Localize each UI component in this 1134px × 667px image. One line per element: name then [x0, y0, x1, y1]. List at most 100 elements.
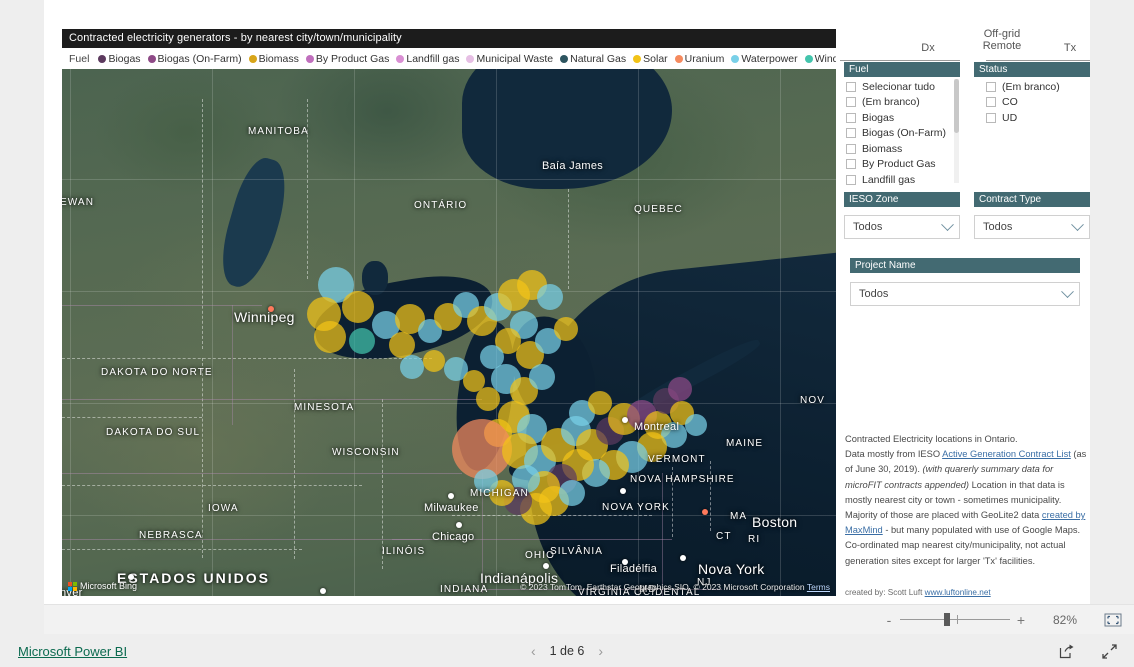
fullscreen-icon[interactable] — [1101, 643, 1118, 660]
generator-bubble[interactable] — [342, 291, 374, 323]
generator-bubble[interactable] — [554, 317, 578, 341]
slicer-status-item-row[interactable]: UD — [984, 110, 1090, 126]
zoom-in-button[interactable]: + — [1012, 613, 1030, 627]
luftonline-link[interactable]: www.luftonline.net — [925, 588, 991, 597]
city-dot — [456, 522, 462, 528]
generator-bubble[interactable] — [559, 480, 585, 506]
slicer-status-item-label: (Em branco) — [1002, 80, 1060, 93]
zoom-slider-thumb[interactable] — [944, 613, 950, 626]
generator-bubble[interactable] — [537, 284, 563, 310]
map-visual-title: Contracted electricity generators - by n… — [62, 29, 836, 48]
share-icon[interactable] — [1058, 643, 1075, 660]
slicer-project-name[interactable]: Project Name Todos — [850, 258, 1080, 306]
active-generation-contract-list-link[interactable]: Active Generation Contract List — [942, 449, 1071, 459]
footer-bar: Microsoft Power BI ‹ 1 de 6 › — [0, 635, 1134, 667]
legend-item[interactable]: Solar — [633, 53, 668, 65]
slicer-fuel-item-row[interactable]: Selecionar tudo — [844, 79, 960, 95]
city-dot — [268, 306, 274, 312]
slicer-fuel-item-row[interactable]: By Product Gas — [844, 157, 960, 173]
slicer-status[interactable]: Status (Em branco) CO UD — [974, 62, 1090, 137]
project-name-dropdown[interactable]: Todos — [850, 282, 1080, 306]
page-navigation: ‹ 1 de 6 › — [531, 643, 603, 659]
panel-rule-right — [986, 60, 1090, 61]
checkbox-icon[interactable] — [986, 81, 996, 92]
power-bi-report-viewer: Contracted electricity generators - by n… — [0, 0, 1134, 667]
checkbox-icon[interactable] — [846, 128, 856, 139]
generator-bubble[interactable] — [400, 355, 424, 379]
slicer-fuel-item-row[interactable]: Biogas (On-Farm) — [844, 126, 960, 142]
checkbox-icon[interactable] — [846, 143, 856, 154]
generator-bubble[interactable] — [588, 391, 612, 415]
checkbox-icon[interactable] — [846, 112, 856, 123]
generator-bubble[interactable] — [685, 414, 707, 436]
about-credit: created by: Scott Luft www.luftonline.ne… — [845, 588, 991, 597]
map-visual[interactable]: Contracted electricity generators - by n… — [62, 29, 836, 599]
slicer-fuel-item-label: Biogas (On-Farm) — [862, 127, 947, 140]
slicer-fuel-list[interactable]: Selecionar tudo (Em branco) Biogas Biogas (… — [844, 77, 960, 185]
checkbox-icon[interactable] — [846, 174, 856, 185]
slicer-fuel[interactable]: Fuel Selecionar tudo (Em branco) Biogas Bio… — [844, 62, 960, 185]
about-line-5: Co-ordinated map nearest city/municipali… — [845, 540, 1066, 566]
generator-bubble[interactable] — [423, 350, 445, 372]
slicer-fuel-item-row[interactable]: (Em branco) — [844, 95, 960, 111]
slicer-status-item-row[interactable]: (Em branco) — [984, 79, 1090, 95]
bing-logo: Microsoft Bing — [68, 581, 137, 591]
checkbox-icon[interactable] — [846, 81, 856, 92]
column-header-offgrid-remote: Off-grid Remote — [962, 28, 1042, 52]
generator-bubble[interactable] — [476, 387, 500, 411]
generator-bubble[interactable] — [349, 328, 375, 354]
legend-item[interactable]: Biomass — [248, 53, 299, 65]
generator-bubble[interactable] — [529, 364, 555, 390]
map-canvas[interactable]: MANITOBA EWAN ONTÁRIO QUEBEC Baía James Winni… — [62, 69, 836, 596]
zoom-slider[interactable] — [900, 613, 1010, 626]
slicer-status-item-row[interactable]: CO — [984, 95, 1090, 111]
legend-swatch-icon — [633, 54, 642, 63]
chevron-right-icon[interactable]: › — [598, 643, 603, 659]
column-header-offgrid-line2: Remote — [982, 40, 1022, 52]
legend-item[interactable]: Biogas — [98, 53, 141, 65]
legend-swatch-icon — [147, 54, 156, 63]
slicer-fuel-item-row[interactable]: Biogas — [844, 110, 960, 126]
checkbox-icon[interactable] — [846, 97, 856, 108]
generator-bubble[interactable] — [668, 377, 692, 401]
map-terms-link[interactable]: Terms — [807, 582, 830, 592]
zoom-out-button[interactable]: - — [880, 613, 898, 627]
legend-item[interactable]: Landfill gas — [396, 53, 459, 65]
slicer-fuel-scrollbar[interactable] — [954, 79, 959, 133]
legend-swatch-icon — [305, 54, 314, 63]
checkbox-icon[interactable] — [986, 97, 996, 108]
generator-bubble[interactable] — [314, 321, 346, 353]
legend-item[interactable]: Wind — [804, 53, 836, 65]
city-dot — [702, 509, 708, 515]
legend-item[interactable]: Waterpower — [731, 53, 798, 65]
slicer-ieso-zone-title: IESO Zone — [844, 192, 960, 207]
legend-item[interactable]: By Product Gas — [305, 53, 389, 65]
city-dot — [622, 559, 628, 565]
legend-item[interactable]: Biogas (On-Farm) — [147, 53, 242, 65]
slicer-ieso-zone[interactable]: IESO Zone Todos — [844, 192, 960, 239]
slicer-contract-type[interactable]: Contract Type Todos — [974, 192, 1090, 239]
generator-bubble[interactable] — [463, 370, 485, 392]
checkbox-icon[interactable] — [986, 112, 996, 123]
slicer-status-title: Status — [974, 62, 1090, 77]
report-canvas: Contracted electricity generators - by n… — [44, 0, 1090, 604]
zoom-toolbar: - + 82% — [44, 604, 1134, 634]
slicer-status-list[interactable]: (Em branco) CO UD — [974, 77, 1090, 137]
slicer-status-item-label: CO — [1002, 96, 1018, 109]
fit-to-page-icon[interactable] — [1104, 613, 1122, 627]
legend-item[interactable]: Natural Gas — [560, 53, 626, 65]
column-header-offgrid-line1: Off-grid — [983, 28, 1021, 40]
slicer-fuel-item-row[interactable]: Landfill gas — [844, 172, 960, 185]
legend-item[interactable]: Uranium — [674, 53, 724, 65]
slicer-fuel-title: Fuel — [844, 62, 960, 77]
contract-type-value: Todos — [983, 221, 1013, 233]
legend-swatch-icon — [674, 54, 683, 63]
slicer-fuel-item-row[interactable]: Biomass — [844, 141, 960, 157]
checkbox-icon[interactable] — [846, 159, 856, 170]
legend-item[interactable]: Municipal Waste — [466, 53, 553, 65]
chevron-left-icon[interactable]: ‹ — [531, 643, 536, 659]
ieso-zone-dropdown[interactable]: Todos — [844, 215, 960, 239]
power-bi-brand-link[interactable]: Microsoft Power BI — [18, 644, 127, 659]
contract-type-dropdown[interactable]: Todos — [974, 215, 1090, 239]
generator-bubble[interactable] — [474, 469, 498, 493]
